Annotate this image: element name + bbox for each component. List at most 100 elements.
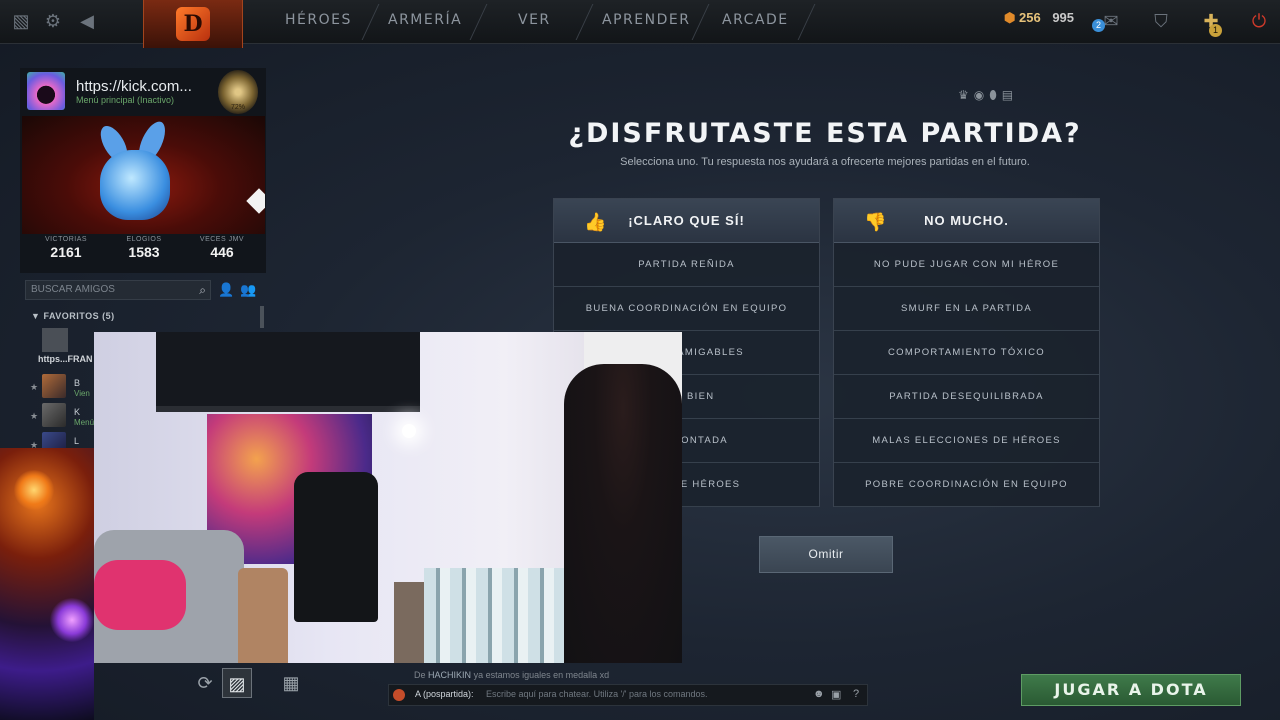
dota-home-logo[interactable]: D [143, 0, 243, 48]
hero-portrait-art [0, 448, 94, 720]
featured-hero-art[interactable] [22, 116, 265, 234]
friends-scrollbar[interactable] [260, 306, 264, 328]
screenshot-icon[interactable]: ▣ [831, 688, 841, 701]
chat-prefix: De [414, 670, 426, 680]
webcam-light [402, 424, 416, 438]
bottom-toolbar: ⟳ ▨ ▦ [190, 664, 320, 704]
negative-option[interactable]: POBRE COORDINACIÓN EN EQUIPO [834, 463, 1099, 507]
friend-search-placeholder: BUSCAR AMIGOS [31, 284, 115, 295]
currency-display[interactable]: ⬢ 256 995 [1004, 10, 1074, 26]
favorites-label: FAVORITOS (5) [43, 311, 115, 321]
dota-client-window: { "topbar": { "nav": ["HÉROES", "ARMERÍA… [0, 0, 1280, 720]
friends-group-icon[interactable]: 👥 [240, 282, 256, 298]
grid-icon[interactable]: ▦ [276, 668, 306, 698]
news-icon[interactable]: ▤ [1002, 88, 1018, 102]
chat-channel-icon[interactable] [393, 689, 405, 701]
survey-subtitle: Selecciona uno. Tu respuesta nos ayudará… [620, 156, 1030, 168]
stat-label: VECES JMV [199, 236, 245, 243]
armory-shield-icon[interactable]: ⛉ [1148, 8, 1174, 34]
nav-separator [361, 4, 380, 40]
avatar[interactable] [27, 72, 65, 110]
notification-badge: 2 [1092, 19, 1105, 32]
window-icon[interactable]: ▧ [8, 8, 34, 34]
friend-avatar [42, 374, 66, 398]
friend-name: https...FRAN [38, 354, 93, 364]
skip-button[interactable]: Omitir [759, 536, 893, 573]
chevron-down-icon: ▼ [31, 311, 41, 321]
emoji-icon[interactable]: ☻ [813, 688, 825, 700]
positive-option[interactable]: BUENA COORDINACIÓN EN EQUIPO [554, 287, 819, 331]
friend-avatar [42, 328, 68, 352]
dota-logo-icon: D [176, 7, 210, 41]
chat-placeholder: Escribe aquí para chatear. Utiliza '/' p… [486, 689, 708, 699]
chat-last-message: De HACHIKIN ya estamos iguales en medall… [414, 670, 609, 680]
nav-arcade[interactable]: ARCADE [722, 12, 789, 28]
nav-separator [691, 4, 710, 40]
currency-secondary: 995 [1052, 10, 1075, 25]
back-arrow-icon[interactable]: ◀ [74, 8, 100, 34]
nav-heroes[interactable]: HÉROES [285, 12, 352, 28]
friend-search-input[interactable]: BUSCAR AMIGOS ⌕ [25, 280, 211, 300]
nav-learn[interactable]: APRENDER [602, 12, 690, 28]
refresh-icon[interactable]: ⟳ [190, 668, 220, 698]
chat-text: ya estamos iguales en medalla xd [473, 670, 610, 680]
favorites-header[interactable]: ▼ FAVORITOS (5) [31, 311, 115, 321]
negative-option[interactable]: MALAS ELECCIONES DE HÉROES [834, 419, 1099, 463]
stat-value: 2161 [50, 244, 82, 260]
stat-mvp: VECES JMV 446 [192, 236, 252, 260]
star-icon[interactable]: ★ [30, 411, 38, 422]
plus-badge: 1 [1209, 24, 1222, 37]
eye-icon[interactable]: ◉ [974, 88, 989, 102]
chat-author[interactable]: HACHIKIN [428, 670, 471, 680]
top-navigation-bar: ▧ ⚙ ◀ D HÉROES ARMERÍA VER APRENDER ARCA… [0, 0, 1280, 48]
settings-gear-icon[interactable]: ⚙ [40, 8, 66, 34]
positive-option[interactable]: PARTIDA REÑIDA [554, 243, 819, 287]
webcam-stool [238, 568, 288, 663]
arcane-orb [50, 598, 94, 642]
nav-separator [575, 4, 594, 40]
friend-row[interactable]: ★ B Vien [30, 374, 100, 400]
add-friend-icon[interactable]: 👤 [218, 282, 234, 298]
stat-value: 446 [210, 244, 234, 260]
profile-card[interactable]: https://kick.com... Menú principal (Inac… [20, 68, 266, 273]
nav-watch[interactable]: VER [518, 12, 551, 28]
star-icon[interactable]: ★ [30, 382, 38, 393]
friend-row[interactable]: ★ K Menú [30, 403, 100, 429]
stat-commends: ELOGIOS 1583 [114, 236, 174, 260]
webcam-tv [156, 332, 420, 412]
chat-input[interactable]: A (pospartida): Escribe aquí para chatea… [388, 684, 868, 706]
rank-percent: 72% [230, 104, 245, 111]
webcam-blanket [94, 560, 186, 630]
power-icon[interactable]: ⏻ [1246, 8, 1272, 34]
play-dota-button[interactable]: JUGAR A DOTA [1021, 674, 1241, 706]
positive-header-label: ¡CLARO QUE SÍ! [628, 213, 745, 228]
nav-armory[interactable]: ARMERÍA [388, 12, 462, 28]
bug-icon[interactable]: ⬮ [989, 88, 1002, 102]
positive-header[interactable]: 👍 ¡CLARO QUE SÍ! [554, 199, 819, 243]
negative-option[interactable]: NO PUDE JUGAR CON MI HÉROE [834, 243, 1099, 287]
negative-header[interactable]: 👎 NO MUCHO. [834, 199, 1099, 243]
search-icon[interactable]: ⌕ [199, 283, 206, 298]
gem-icon [246, 188, 265, 214]
rank-medal-icon[interactable]: 72% [218, 70, 258, 114]
nav-separator [469, 4, 488, 40]
webcam-person [564, 364, 682, 663]
crown-icon[interactable]: ♛ [958, 88, 974, 102]
webcam-overlay [94, 332, 682, 663]
friend-avatar [42, 403, 66, 427]
help-icon[interactable]: ? [853, 688, 859, 700]
showcase-icon[interactable]: ▨ [222, 668, 252, 698]
negative-option[interactable]: COMPORTAMIENTO TÓXICO [834, 331, 1099, 375]
negative-option[interactable]: SMURF EN LA PARTIDA [834, 287, 1099, 331]
profile-name[interactable]: https://kick.com... [76, 78, 192, 95]
chat-channel[interactable]: A (pospartida): [415, 689, 474, 699]
negative-header-label: NO MUCHO. [924, 213, 1009, 228]
negative-option[interactable]: PARTIDA DESEQUILIBRADA [834, 375, 1099, 419]
shard-icon: ⬢ [1004, 10, 1016, 25]
quick-icons[interactable]: ♛◉⬮▤ [958, 88, 1018, 103]
currency-primary: 256 [1018, 10, 1041, 25]
friend-tile[interactable]: https...FRAN [38, 328, 98, 368]
survey-title: ¿DISFRUTASTE ESTA PARTIDA? [568, 118, 1082, 149]
stat-wins: VICTORIAS 2161 [36, 236, 96, 260]
negative-feedback-column: 👎 NO MUCHO. NO PUDE JUGAR CON MI HÉROE S… [833, 198, 1100, 507]
